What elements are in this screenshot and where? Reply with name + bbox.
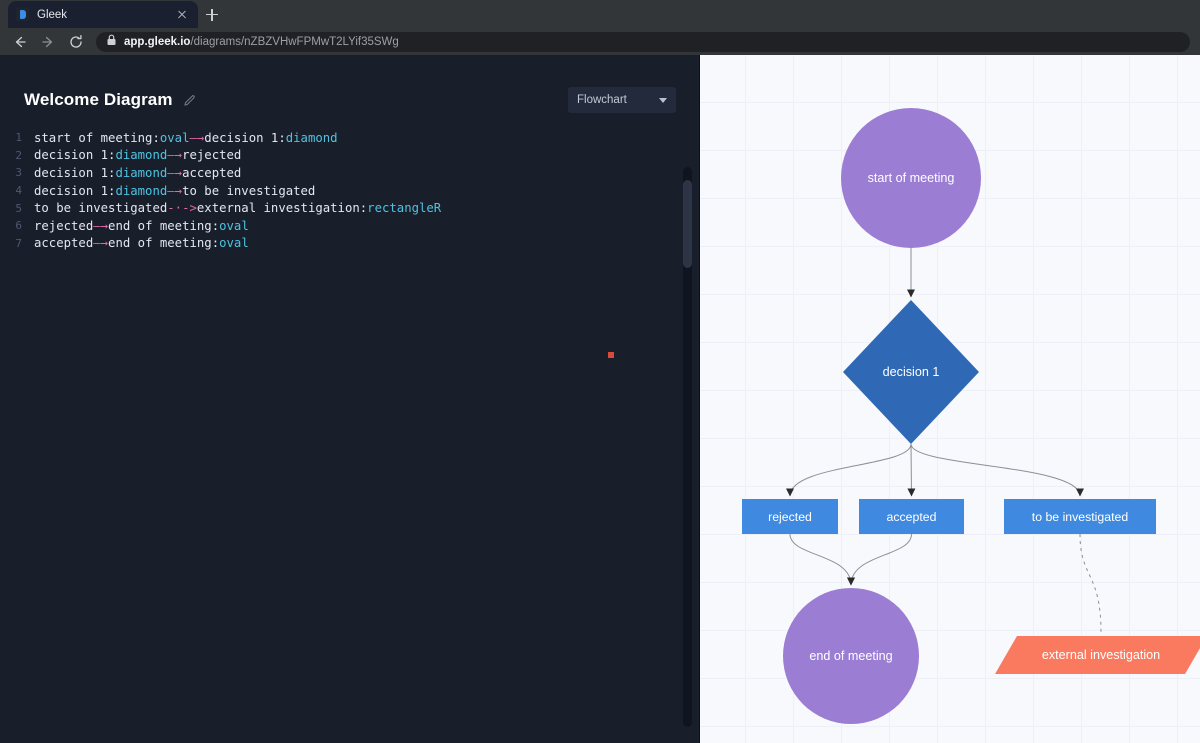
reload-icon[interactable] [62, 30, 90, 54]
diagram-canvas[interactable]: start of meeting decision 1 rejected accept… [700, 55, 1200, 743]
line-number: 4 [15, 184, 22, 198]
code-token-shape: diamond [115, 148, 168, 163]
code-line-text: start of meeting:oval—→decision 1:diamon… [34, 131, 338, 145]
line-number: 1 [15, 131, 22, 145]
plus-icon[interactable] [198, 1, 226, 28]
address-bar[interactable]: app.gleek.io/diagrams/nZBZVHwFPMwT2LYif3… [96, 31, 1190, 52]
edges-layer [786, 248, 1102, 634]
code-token-shape: rectangleR [367, 201, 442, 216]
scrollbar-thumb[interactable] [683, 180, 692, 268]
line-number: 7 [15, 236, 22, 250]
diagram-edge-accepted-to-end-of-meeting[interactable] [847, 533, 912, 586]
tab-title: Gleek [37, 8, 68, 21]
code-token-shape: diamond [115, 183, 168, 198]
code-line[interactable]: 4 decision 1:diamond—→to be investigated [0, 182, 700, 200]
code-token-plain: to be investigated [182, 183, 316, 198]
diagram-type-label: Flowchart [577, 94, 627, 106]
nodes-layer [742, 108, 1200, 724]
line-number: 6 [15, 219, 22, 233]
code-token-arrow: -·-> [167, 201, 197, 216]
diagram-type-select[interactable]: Flowchart [568, 87, 676, 113]
code-line-text: to be investigated-·->external investiga… [34, 201, 441, 215]
url-text: app.gleek.io/diagrams/nZBZVHwFPMwT2LYif3… [124, 36, 399, 48]
code-token-shape: diamond [285, 130, 338, 145]
code-token-plain: end of meeting: [108, 236, 220, 251]
code-line-text: rejected—→end of meeting:oval [34, 219, 249, 233]
code-token-arrow: —→ [167, 148, 183, 163]
code-line[interactable]: 7 accepted—→end of meeting:oval [0, 235, 700, 253]
code-token-arrow: —→ [167, 183, 183, 198]
back-arrow-icon[interactable] [6, 30, 34, 54]
diagram-edge-decision-1-to-to-be-investigated[interactable] [910, 443, 1084, 497]
browser-chrome: Gleek app.gleek.io/diagrams/nZBZVHwFPMwT… [0, 0, 1200, 55]
tab-strip: Gleek [0, 0, 1200, 28]
code-editor[interactable]: 1 start of meeting:oval—→decision 1:diamo… [0, 123, 700, 252]
close-icon[interactable] [174, 7, 190, 23]
code-line-text: decision 1:diamond—→accepted [34, 166, 241, 180]
code-token-arrow: —→ [167, 165, 183, 180]
code-line[interactable]: 5 to be investigated-·->external investig… [0, 199, 700, 217]
code-line-text: accepted—→end of meeting:oval [34, 236, 249, 250]
diagram-node-to-be-investigated[interactable] [1004, 499, 1156, 534]
editor-vertical-scrollbar[interactable] [683, 167, 692, 727]
code-token-shape: oval [159, 130, 190, 145]
editor-pane: Welcome Diagram Flowchart 1 start of meet… [0, 55, 700, 743]
code-token-arrow: —→ [93, 218, 109, 233]
code-token-shape: diamond [115, 165, 168, 180]
page-title[interactable]: Welcome Diagram [24, 90, 173, 110]
red-cursor-marker [608, 352, 614, 358]
code-token-plain: external investigation: [196, 201, 368, 216]
app-body: Welcome Diagram Flowchart 1 start of meet… [0, 55, 1200, 743]
browser-tab[interactable]: Gleek [8, 1, 198, 28]
diagram-edge-decision-1-to-rejected[interactable] [786, 443, 912, 497]
code-token-plain: decision 1: [34, 148, 116, 163]
code-token-shape: oval [219, 236, 249, 251]
diagram-node-start-of-meeting[interactable] [841, 108, 981, 248]
diagram-edge-rejected-to-end-of-meeting[interactable] [789, 533, 855, 586]
code-line[interactable]: 1 start of meeting:oval—→decision 1:diamo… [0, 129, 700, 147]
code-token-plain: decision 1: [34, 183, 116, 198]
code-line[interactable]: 2 decision 1:diamond—→rejected [0, 147, 700, 165]
code-line-text: decision 1:diamond—→to be investigated [34, 184, 315, 198]
lock-icon [106, 33, 117, 51]
line-number: 2 [15, 148, 22, 162]
diagram-edge-decision-1-to-accepted[interactable] [907, 443, 916, 497]
code-line[interactable]: 3 decision 1:diamond—→accepted [0, 164, 700, 182]
diagram-svg [742, 108, 1200, 724]
code-token-plain: to be investigated [34, 201, 168, 216]
pencil-icon[interactable] [183, 94, 196, 107]
code-token-plain: accepted [182, 165, 242, 180]
code-line-text: decision 1:diamond—→rejected [34, 148, 241, 162]
code-token-plain: decision 1: [204, 130, 286, 145]
diagram-node-external-investigation[interactable] [995, 636, 1200, 674]
code-token-shape: oval [219, 218, 249, 233]
code-token-plain: accepted [34, 236, 94, 251]
diagram-node-end-of-meeting[interactable] [783, 588, 919, 724]
gleek-favicon [16, 8, 29, 21]
diagram-node-accepted[interactable] [859, 499, 964, 534]
document-header: Welcome Diagram Flowchart [0, 55, 700, 123]
navigation-bar: app.gleek.io/diagrams/nZBZVHwFPMwT2LYif3… [0, 28, 1200, 55]
code-token-plain: decision 1: [34, 165, 116, 180]
chevron-down-icon [659, 98, 667, 103]
code-token-plain: end of meeting: [108, 218, 220, 233]
code-token-arrow: —→ [93, 236, 109, 251]
code-token-plain: start of meeting: [34, 130, 160, 145]
code-token-arrow: —→ [189, 130, 205, 145]
code-line[interactable]: 6 rejected—→end of meeting:oval [0, 217, 700, 235]
url-path: /diagrams/nZBZVHwFPMwT2LYif35SWg [190, 35, 399, 48]
line-number: 3 [15, 166, 22, 180]
diagram-edge-to-be-investigated-to-external-investigation[interactable] [1079, 533, 1102, 634]
forward-arrow-icon[interactable] [34, 30, 62, 54]
diagram-node-decision-1[interactable] [843, 300, 979, 444]
line-number: 5 [15, 201, 22, 215]
code-token-plain: rejected [34, 218, 94, 233]
code-token-plain: rejected [182, 148, 242, 163]
diagram-node-rejected[interactable] [742, 499, 838, 534]
url-host: app.gleek.io [124, 35, 191, 48]
